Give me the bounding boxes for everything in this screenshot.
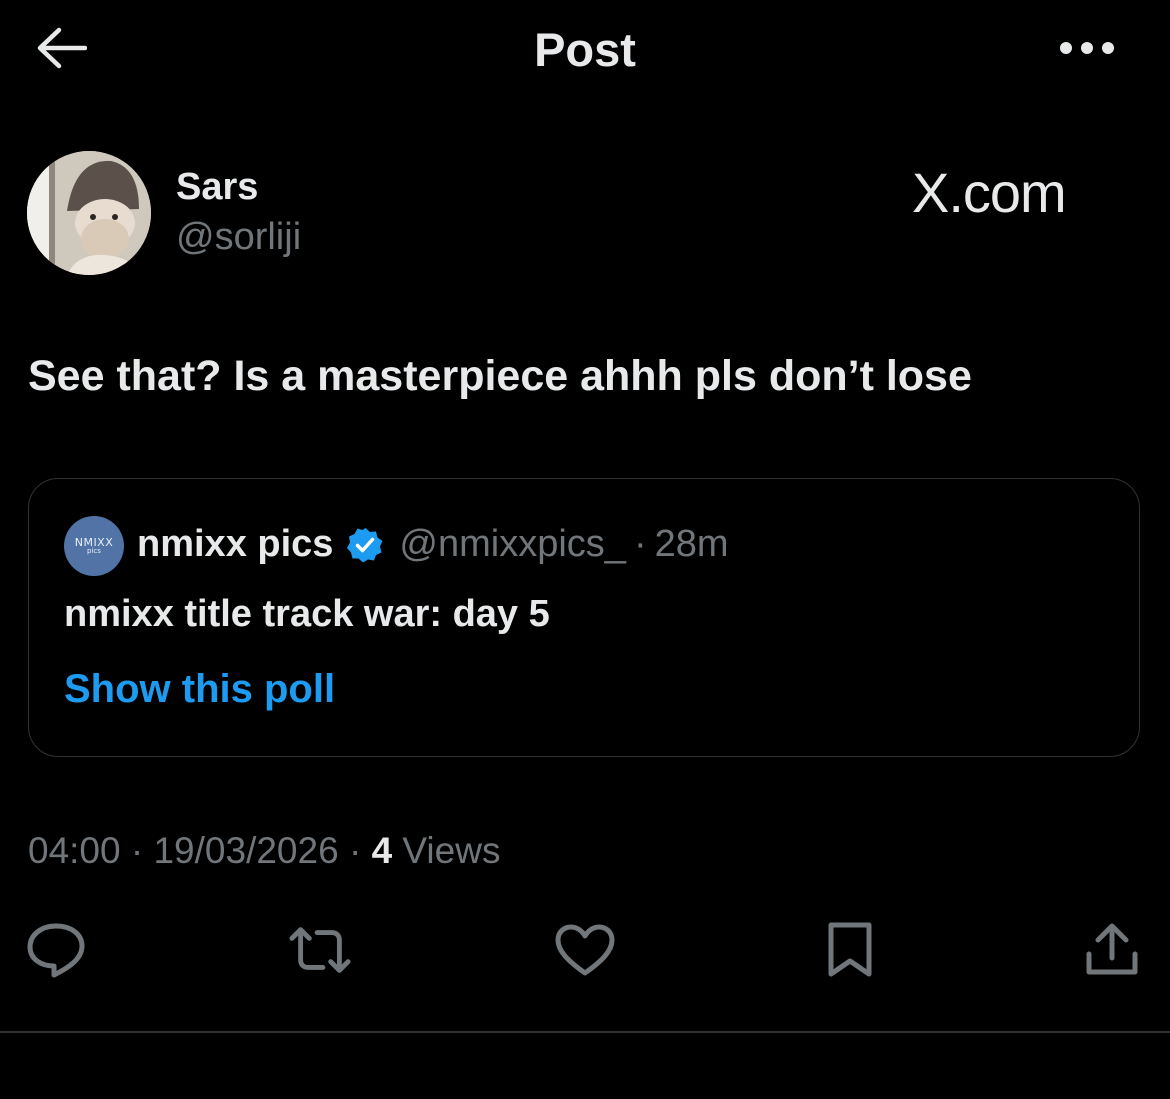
author-handle[interactable]: @sorliji xyxy=(176,216,301,259)
quoted-post-header: nmixx pics @nmixxpics_ · 28m xyxy=(137,523,729,566)
author-avatar[interactable] xyxy=(27,151,151,275)
reply-icon[interactable] xyxy=(24,918,88,982)
divider xyxy=(0,1031,1170,1033)
post-meta: 04:00 · 19/03/2026 · 4 Views xyxy=(28,830,500,872)
views-label: Views xyxy=(402,830,501,871)
views-count: 4 xyxy=(371,830,393,871)
bookmark-icon[interactable] xyxy=(818,918,882,982)
quoted-separator: · xyxy=(633,523,647,565)
post-detail-screen: Post Sars @sorliji X.com See that? Is a … xyxy=(0,0,1170,1099)
quoted-avatar-text-bottom: pics xyxy=(87,547,101,555)
quoted-author-name[interactable]: nmixx pics xyxy=(137,523,333,566)
quoted-author-avatar[interactable]: NMIXX pics xyxy=(64,516,124,576)
post-date: 19/03/2026 xyxy=(153,830,339,871)
more-options-icon[interactable] xyxy=(1052,28,1122,68)
page-title: Post xyxy=(534,23,636,76)
verified-badge-icon xyxy=(347,527,383,563)
quoted-post-text: nmixx title track war: day 5 xyxy=(64,593,550,635)
meta-separator: · xyxy=(348,830,362,871)
quoted-post-card[interactable]: NMIXX pics nmixx pics @nmixxpics_ · 28m … xyxy=(28,478,1140,757)
x-com-watermark: X.com xyxy=(912,161,1067,224)
quoted-post-time: 28m xyxy=(654,523,729,565)
repost-icon[interactable] xyxy=(288,918,352,982)
post-time: 04:00 xyxy=(28,830,121,871)
post-text: See that? Is a masterpiece ahhh pls don’… xyxy=(28,352,972,400)
author-display-name[interactable]: Sars xyxy=(176,166,258,209)
quoted-author-handle[interactable]: @nmixxpics_ xyxy=(399,523,626,566)
show-poll-link[interactable]: Show this poll xyxy=(64,667,335,712)
heart-icon[interactable] xyxy=(553,918,617,982)
share-icon[interactable] xyxy=(1080,918,1144,982)
meta-separator: · xyxy=(130,830,144,871)
